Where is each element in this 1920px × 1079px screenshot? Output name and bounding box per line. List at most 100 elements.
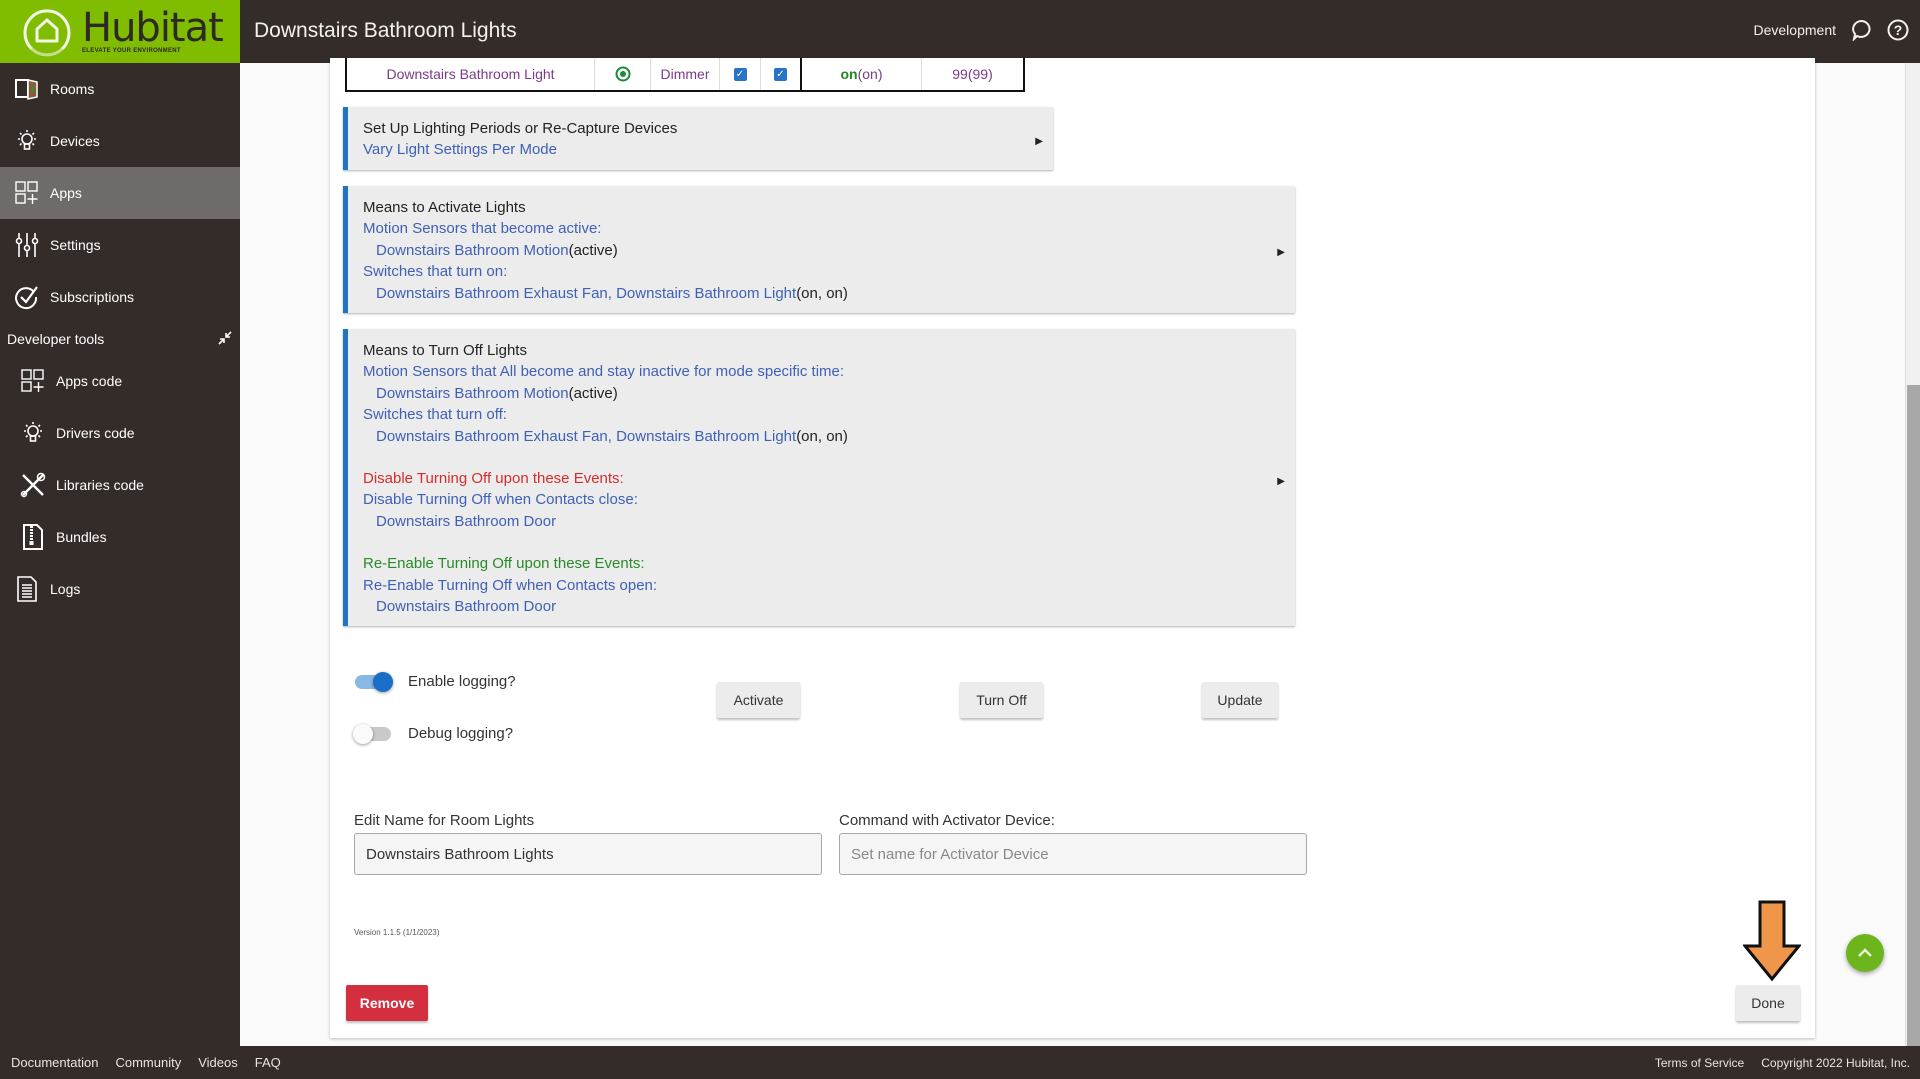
update-button[interactable]: Update xyxy=(1202,682,1278,718)
version-label: Version 1.1.5 (1/1/2023) xyxy=(354,928,440,937)
room-lights-name-input[interactable] xyxy=(366,845,821,863)
device-name[interactable]: Downstairs Bathroom Light xyxy=(386,66,554,82)
section-title: Means to Activate Lights xyxy=(363,199,526,216)
sidebar-item-settings[interactable]: Settings xyxy=(0,219,240,271)
vertical-scrollbar[interactable] xyxy=(1905,63,1920,1046)
activator-field-label: Command with Activator Device: xyxy=(839,812,1055,829)
level-current: 99 xyxy=(952,66,968,82)
sidebar-item-label: Rooms xyxy=(50,81,95,97)
room-lights-name-field[interactable] xyxy=(354,833,822,875)
done-button[interactable]: Done xyxy=(1736,985,1800,1021)
sidebar-item-label: Libraries code xyxy=(56,477,144,493)
expand-arrow-icon[interactable]: ▶ xyxy=(1277,242,1285,263)
checkbox-cell[interactable]: ✓ xyxy=(720,58,761,90)
checkbox-checked-icon[interactable]: ✓ xyxy=(733,67,747,81)
page-title: Downstairs Bathroom Lights xyxy=(254,19,517,42)
footer-link-faq[interactable]: FAQ xyxy=(255,1055,281,1070)
disable-device: Downstairs Bathroom Door xyxy=(376,512,557,530)
motion-device: Downstairs Bathroom Motion xyxy=(376,384,569,402)
sidebar-item-logs[interactable]: Logs xyxy=(0,563,240,615)
collapse-arrows-icon[interactable] xyxy=(218,330,232,348)
copyright: Copyright 2022 Hubitat, Inc. xyxy=(1761,1055,1910,1070)
annotation-down-arrow-icon xyxy=(1743,900,1801,982)
sidebar-item-label: Settings xyxy=(50,237,101,253)
sidebar-item-label: Subscriptions xyxy=(50,289,135,305)
scrollbar-thumb[interactable] xyxy=(1907,385,1920,1046)
name-field-label: Edit Name for Room Lights xyxy=(354,812,535,829)
sidebar-item-rooms[interactable]: Rooms xyxy=(0,63,240,115)
expand-arrow-icon[interactable]: ▶ xyxy=(1035,131,1043,152)
footer-link-videos[interactable]: Videos xyxy=(198,1055,238,1070)
switch-label: Switches that turn on: xyxy=(363,263,508,281)
sidebar-item-label: Apps xyxy=(50,185,82,201)
sidebar-item-apps-code[interactable]: Apps code xyxy=(0,355,240,407)
developer-tools-label: Developer tools xyxy=(7,331,105,347)
apps-grid-icon xyxy=(20,368,46,394)
radio-selected-icon[interactable] xyxy=(615,66,631,82)
hub-name[interactable]: Development xyxy=(1754,22,1837,38)
disable-label: Disable Turning Off when Contacts close: xyxy=(363,491,638,509)
sidebar: Rooms Devices Apps Settings Subscription… xyxy=(0,63,240,1046)
enable-logging-toggle[interactable] xyxy=(355,671,393,692)
brand-name: Hubitat xyxy=(82,5,224,51)
app-settings-card: Downstairs Bathroom Light Dimmer ✓ ✓ on(… xyxy=(330,58,1815,1038)
sidebar-item-label: Drivers code xyxy=(56,425,135,441)
sidebar-item-label: Devices xyxy=(50,133,100,149)
activator-device-field[interactable] xyxy=(839,833,1307,875)
footer-link-documentation[interactable]: Documentation xyxy=(11,1055,98,1070)
sidebar-item-drivers-code[interactable]: Drivers code xyxy=(0,407,240,459)
motion-label: Motion Sensors that All become and stay … xyxy=(363,363,845,381)
section-subtitle: Vary Light Settings Per Mode xyxy=(363,141,557,159)
device-table-row: Downstairs Bathroom Light Dimmer ✓ ✓ on(… xyxy=(345,58,1025,92)
enable-logging-row[interactable]: Enable logging? xyxy=(355,671,516,692)
enable-logging-label: Enable logging? xyxy=(408,673,516,690)
help-circle-icon[interactable]: ? xyxy=(1886,18,1910,42)
sidebar-item-label: Apps code xyxy=(56,373,123,389)
main-content: Downstairs Bathroom Light Dimmer ✓ ✓ on(… xyxy=(240,58,1905,1046)
debug-logging-label: Debug logging? xyxy=(408,725,514,742)
rooms-door-icon xyxy=(14,76,40,102)
sidebar-item-libraries-code[interactable]: Libraries code xyxy=(0,459,240,511)
lighting-periods-section[interactable]: Set Up Lighting Periods or Re-Capture De… xyxy=(343,107,1053,170)
sidebar-item-bundles[interactable]: Bundles xyxy=(0,511,240,563)
chevron-up-icon xyxy=(1858,948,1872,957)
chat-bubble-icon[interactable] xyxy=(1850,18,1874,42)
logs-document-icon xyxy=(14,576,40,602)
switch-state-current: on xyxy=(840,66,858,82)
sidebar-item-apps[interactable]: Apps xyxy=(0,167,240,219)
switch-state: (on, on) xyxy=(796,427,848,445)
footer-link-community[interactable]: Community xyxy=(115,1055,181,1070)
sidebar-item-devices[interactable]: Devices xyxy=(0,115,240,167)
switch-devices: Downstairs Bathroom Exhaust Fan, Downsta… xyxy=(376,284,797,302)
hubitat-logo[interactable]: Hubitat ELEVATE YOUR ENVIRONMENT xyxy=(0,0,240,63)
sidebar-item-label: Logs xyxy=(50,581,81,597)
section-title: Set Up Lighting Periods or Re-Capture De… xyxy=(363,120,678,137)
sidebar-item-subscriptions[interactable]: Subscriptions xyxy=(0,271,240,323)
motion-device: Downstairs Bathroom Motion xyxy=(376,241,569,259)
activate-lights-section[interactable]: Means to Activate Lights Motion Sensors … xyxy=(343,186,1295,313)
tools-icon xyxy=(20,472,46,498)
brand-tagline: ELEVATE YOUR ENVIRONMENT xyxy=(82,48,181,54)
footer-link-terms[interactable]: Terms of Service xyxy=(1655,1056,1744,1070)
zip-file-icon xyxy=(20,524,46,550)
level-cell: 99 (99) xyxy=(922,58,1023,90)
motion-label: Motion Sensors that become active: xyxy=(363,220,602,238)
sidebar-item-label: Bundles xyxy=(56,529,107,545)
turn-off-lights-section[interactable]: Means to Turn Off Lights Motion Sensors … xyxy=(343,329,1295,626)
device-select-cell[interactable] xyxy=(595,58,651,90)
debug-logging-row[interactable]: Debug logging? xyxy=(353,723,514,744)
motion-state: (active) xyxy=(568,384,618,402)
remove-button[interactable]: Remove xyxy=(346,985,428,1021)
svg-text:?: ? xyxy=(1894,22,1903,38)
checkbox-checked-icon[interactable]: ✓ xyxy=(774,67,787,81)
check-circle-icon xyxy=(14,284,40,310)
checkbox-cell[interactable]: ✓ xyxy=(761,58,802,90)
activate-button[interactable]: Activate xyxy=(717,682,800,718)
device-name-cell[interactable]: Downstairs Bathroom Light xyxy=(347,58,595,90)
developer-tools-header[interactable]: Developer tools xyxy=(0,323,240,355)
scroll-to-top-button[interactable] xyxy=(1846,934,1884,972)
debug-logging-toggle[interactable] xyxy=(353,723,391,744)
expand-arrow-icon[interactable]: ▶ xyxy=(1277,471,1285,492)
turn-off-button[interactable]: Turn Off xyxy=(960,682,1043,718)
activator-device-input[interactable] xyxy=(851,845,1306,863)
